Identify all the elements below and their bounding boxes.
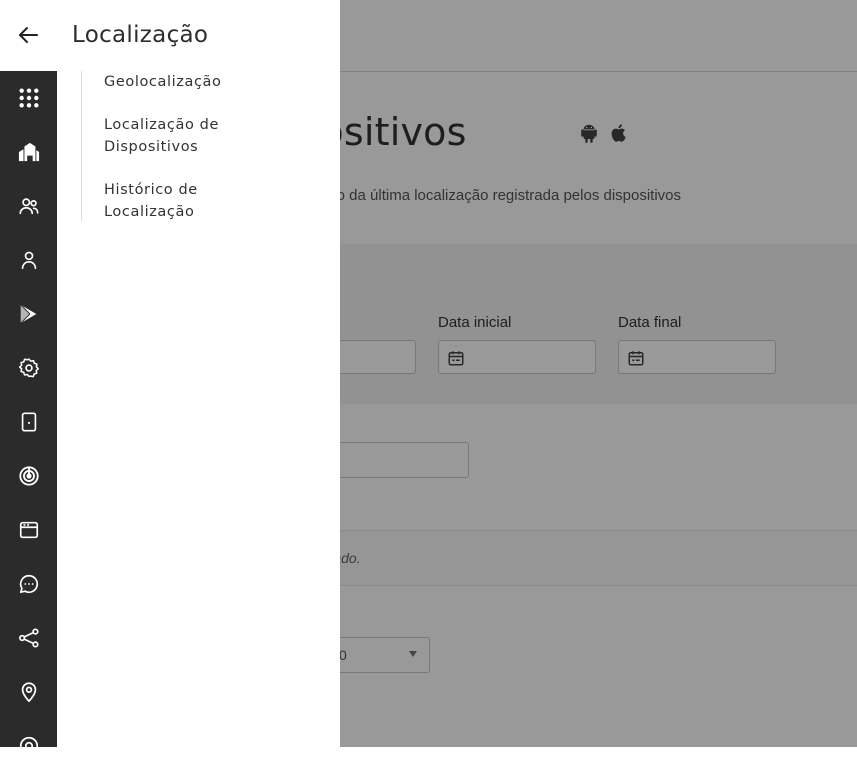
- rail-item-companies[interactable]: [0, 125, 57, 179]
- buildings-icon: [18, 142, 39, 162]
- back-button[interactable]: [12, 20, 44, 50]
- icon-rail: [0, 71, 57, 756]
- rail-item-users[interactable]: [0, 233, 57, 287]
- user-icon: [21, 251, 36, 270]
- apps-grid-icon: [18, 88, 39, 108]
- rail-item-groups[interactable]: [0, 179, 57, 233]
- rail-item-monitoring[interactable]: [0, 449, 57, 503]
- drawer-title: Localização: [72, 22, 209, 48]
- location-pin-icon: [21, 682, 36, 703]
- settings-icon: [18, 358, 39, 378]
- rail-item-messages[interactable]: [0, 557, 57, 611]
- rail-item-share[interactable]: [0, 611, 57, 665]
- navigation-drawer: Localização Geolocalização Localização d…: [0, 0, 340, 756]
- arrow-left-icon: [19, 27, 38, 43]
- browser-window-icon: [19, 521, 38, 539]
- device-icon: [21, 412, 36, 432]
- radar-icon: [18, 466, 39, 486]
- help-icon: [19, 736, 38, 756]
- submenu-item-location-history[interactable]: Histórico de Localização: [104, 179, 204, 223]
- drawer-header: Localização: [0, 0, 340, 71]
- rail-item-devices[interactable]: [0, 395, 57, 449]
- users-icon: [18, 198, 39, 215]
- rail-item-help[interactable]: [0, 719, 57, 773]
- share-icon: [18, 628, 39, 648]
- play-store-icon: [19, 304, 36, 324]
- rail-item-apps[interactable]: [0, 71, 57, 125]
- submenu-item-geolocation[interactable]: Geolocalização: [104, 71, 304, 93]
- location-submenu: Geolocalização Localização de Dispositiv…: [81, 71, 322, 221]
- chat-icon: [19, 574, 38, 594]
- rail-item-settings[interactable]: [0, 341, 57, 395]
- submenu-item-device-location[interactable]: Localização de Dispositivos: [104, 114, 224, 158]
- rail-item-apps-store[interactable]: [0, 287, 57, 341]
- rail-item-web[interactable]: [0, 503, 57, 557]
- rail-item-location[interactable]: [0, 665, 57, 719]
